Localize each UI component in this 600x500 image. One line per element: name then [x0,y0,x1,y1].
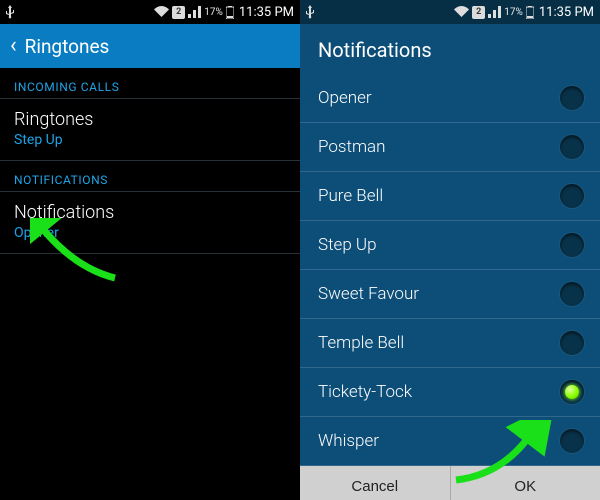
option-row[interactable]: Temple Bell [300,319,600,368]
status-bar: 2 17% 11:35 PM [0,0,300,24]
option-label: Whisper [318,431,379,451]
sim-icon: 2 [172,6,185,19]
status-bar: 2 17% 11:35 PM [300,0,600,24]
ok-button[interactable]: OK [450,466,600,500]
option-row[interactable]: Pure Bell [300,172,600,221]
option-label: Temple Bell [318,333,404,353]
setting-subtitle: Opener [14,225,286,241]
setting-subtitle: Step Up [14,132,286,148]
radio-icon[interactable] [560,331,584,355]
option-row[interactable]: Step Up [300,221,600,270]
option-row[interactable]: Opener [300,74,600,123]
signal-icon [188,6,201,18]
dialog-buttons: Cancel OK [300,466,600,500]
cancel-button[interactable]: Cancel [300,466,450,500]
setting-notifications[interactable]: Notifications Opener [0,192,300,254]
radio-icon[interactable] [560,233,584,257]
radio-icon[interactable] [560,135,584,159]
radio-icon[interactable] [560,86,584,110]
setting-title: Ringtones [14,109,286,130]
radio-icon[interactable] [560,282,584,306]
setting-title: Notifications [14,202,286,223]
option-row[interactable]: Sweet Favour [300,270,600,319]
battery-percent: 17% [504,7,523,18]
battery-icon [526,6,534,19]
clock-text: 11:35 PM [539,5,594,20]
signal-icon [488,6,501,18]
sim-icon: 2 [472,6,485,19]
usb-icon [306,5,314,19]
settings-list: INCOMING CALLS Ringtones Step Up NOTIFIC… [0,68,300,254]
radio-icon[interactable] [560,380,584,404]
screen-notification-picker: 2 17% 11:35 PM Notifications Opener Postm… [300,0,600,500]
option-row[interactable]: Whisper [300,417,600,466]
section-header-calls: INCOMING CALLS [0,68,300,99]
option-label: Opener [318,88,372,108]
dialog-title: Notifications [300,24,600,74]
battery-icon [226,6,234,19]
section-header-notifications: NOTIFICATIONS [0,161,300,192]
option-row[interactable]: Postman [300,123,600,172]
battery-percent: 17% [204,7,223,18]
option-label: Postman [318,137,386,157]
clock-text: 11:35 PM [239,5,294,20]
option-row[interactable]: Tickety-Tock [300,368,600,417]
screen-ringtones-settings: 2 17% 11:35 PM ‹ Ringtones INCOMING CALL… [0,0,300,500]
option-label: Step Up [318,235,377,255]
setting-ringtones[interactable]: Ringtones Step Up [0,99,300,161]
radio-icon[interactable] [560,429,584,453]
option-label: Pure Bell [318,186,383,206]
usb-icon [6,5,14,19]
option-label: Sweet Favour [318,284,419,304]
action-bar: ‹ Ringtones [0,24,300,68]
wifi-icon [454,6,469,18]
wifi-icon [154,6,169,18]
page-title: Ringtones [25,35,110,58]
option-list[interactable]: Opener Postman Pure Bell Step Up Sweet Favou… [300,74,600,466]
back-icon[interactable]: ‹ [10,35,17,57]
radio-icon[interactable] [560,184,584,208]
option-label: Tickety-Tock [318,382,412,402]
